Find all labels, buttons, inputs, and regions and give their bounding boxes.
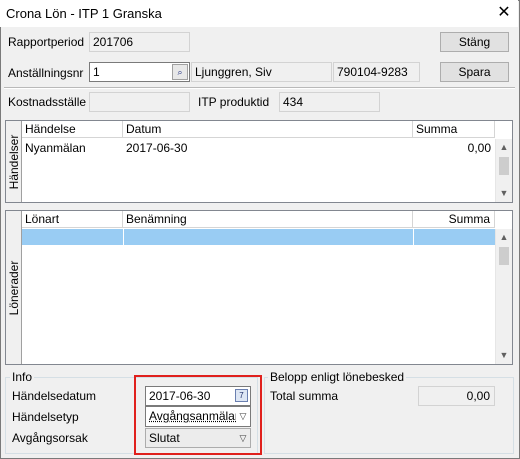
total-summa-field: 0,00	[418, 386, 495, 406]
avgangsorsak-label: Avgångsorsak	[12, 431, 88, 445]
scroll-down-icon[interactable]: ▼	[496, 185, 512, 201]
handelsedatum-value: 2017-06-30	[149, 389, 211, 403]
kostnadsstalle-field	[89, 92, 190, 112]
spara-button[interactable]: Spara	[440, 62, 509, 82]
total-summa-label: Total summa	[270, 389, 339, 403]
handelsetyp-value: Avgångsanmälan	[149, 409, 242, 423]
cell-summa: 0,00	[467, 141, 491, 155]
itp-produktid-field: 434	[279, 92, 380, 112]
col-header-handelse[interactable]: Händelse	[22, 121, 123, 138]
col-header-lonart[interactable]: Lönart	[22, 211, 123, 228]
belopp-group-label: Belopp enligt lönebesked	[268, 370, 407, 384]
personnummer-field: 790104-9283	[333, 62, 420, 82]
search-lookup-icon[interactable]: ⌕	[172, 64, 188, 80]
anstallningsnr-value: 1	[93, 65, 100, 79]
col-header-summa-lonerader[interactable]: Summa	[413, 211, 495, 228]
col-header-datum[interactable]: Datum	[123, 121, 413, 138]
scroll-down-icon[interactable]: ▼	[496, 347, 512, 363]
handelser-scrollbar[interactable]: ▲ ▼	[495, 139, 512, 202]
cell-datum: 2017-06-30	[126, 141, 188, 155]
rapportperiod-label: Rapportperiod	[8, 35, 85, 49]
scroll-thumb[interactable]	[499, 247, 509, 265]
scroll-up-icon[interactable]: ▲	[496, 229, 512, 245]
lonerader-side-label: Lönerader	[6, 260, 21, 315]
itp-produktid-label: ITP produktid	[198, 95, 270, 109]
close-icon[interactable]: ✕	[494, 3, 514, 23]
selected-row[interactable]	[22, 229, 495, 245]
employee-name-field: Ljunggren, Siv	[191, 62, 332, 82]
col-header-summa[interactable]: Summa	[413, 121, 495, 138]
handelsedatum-label: Händelsedatum	[12, 389, 97, 403]
grid-header-corner	[495, 121, 512, 138]
kostnadsstalle-label: Kostnadsställe	[8, 95, 87, 109]
info-group-label: Info	[10, 370, 35, 384]
scroll-thumb[interactable]	[499, 157, 509, 175]
calendar-icon[interactable]: 7	[235, 389, 248, 402]
cell-divider	[413, 229, 414, 245]
rapportperiod-field: 201706	[89, 32, 190, 52]
scroll-up-icon[interactable]: ▲	[496, 139, 512, 155]
handelser-side-tab: Händelser	[6, 121, 22, 202]
cell-divider	[123, 229, 124, 245]
stang-button[interactable]: Stäng	[440, 32, 509, 52]
table-row[interactable]: Nyanmälan 2017-06-30 0,00	[22, 139, 495, 157]
chevron-down-icon[interactable]: ▽	[236, 407, 250, 426]
chevron-down-icon[interactable]: ▽	[236, 429, 250, 447]
lonerader-side-tab: Lönerader	[6, 211, 22, 364]
grid-header-corner	[495, 211, 512, 228]
cell-handelse: Nyanmälan	[25, 141, 86, 155]
header-separator-highlight	[4, 88, 515, 89]
col-header-benamning[interactable]: Benämning	[123, 211, 413, 228]
window-title: Crona Lön - ITP 1 Granska	[6, 6, 162, 21]
handelser-side-label: Händelser	[6, 134, 21, 189]
anstallningsnr-label: Anställningsnr	[8, 66, 84, 80]
lonerader-scrollbar[interactable]: ▲ ▼	[495, 229, 512, 364]
handelsetyp-label: Händelsetyp	[12, 410, 79, 424]
avgangsorsak-value: Slutat	[149, 431, 180, 445]
